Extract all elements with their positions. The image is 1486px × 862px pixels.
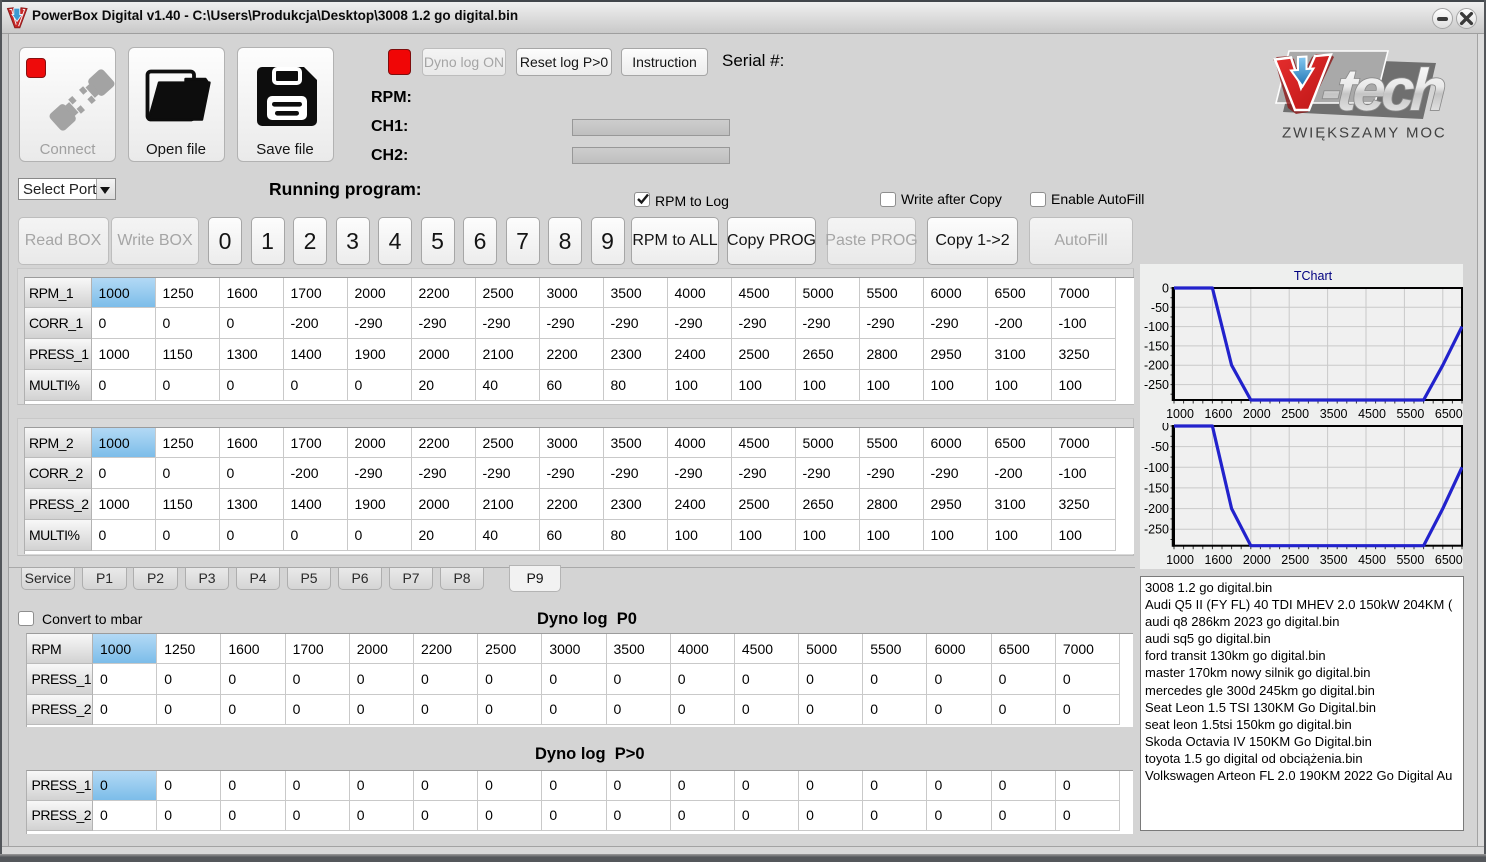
svg-text:-150: -150 — [1144, 339, 1169, 353]
svg-text:1000: 1000 — [1166, 407, 1194, 421]
svg-text:-100: -100 — [1144, 320, 1169, 334]
svg-text:6500: 6500 — [1435, 407, 1463, 421]
svg-text:6500: 6500 — [1435, 553, 1463, 567]
svg-text:-200: -200 — [1144, 359, 1169, 373]
svg-text:-100: -100 — [1144, 461, 1169, 475]
svg-text:-250: -250 — [1144, 378, 1169, 392]
svg-text:4500: 4500 — [1358, 407, 1386, 421]
svg-text:-tech: -tech — [1320, 57, 1446, 123]
svg-text:5500: 5500 — [1396, 407, 1424, 421]
svg-text:0: 0 — [1162, 423, 1169, 434]
svg-text:2500: 2500 — [1281, 407, 1309, 421]
svg-text:2000: 2000 — [1243, 553, 1271, 567]
svg-text:ZWIĘKSZAMY MOC: ZWIĘKSZAMY MOC — [1282, 125, 1447, 142]
svg-text:2000: 2000 — [1243, 407, 1271, 421]
svg-text:1000: 1000 — [1166, 553, 1194, 567]
svg-text:2500: 2500 — [1281, 553, 1309, 567]
svg-text:1600: 1600 — [1204, 407, 1232, 421]
svg-text:3500: 3500 — [1320, 407, 1348, 421]
svg-text:0: 0 — [1162, 282, 1169, 296]
svg-text:-50: -50 — [1151, 440, 1169, 454]
svg-text:-50: -50 — [1151, 301, 1169, 315]
svg-text:-250: -250 — [1144, 523, 1169, 537]
svg-text:5500: 5500 — [1396, 553, 1424, 567]
svg-text:3500: 3500 — [1320, 553, 1348, 567]
svg-text:4500: 4500 — [1358, 553, 1386, 567]
svg-text:1600: 1600 — [1204, 553, 1232, 567]
svg-text:-150: -150 — [1144, 481, 1169, 495]
svg-text:TChart: TChart — [1294, 269, 1333, 283]
svg-text:-200: -200 — [1144, 502, 1169, 516]
